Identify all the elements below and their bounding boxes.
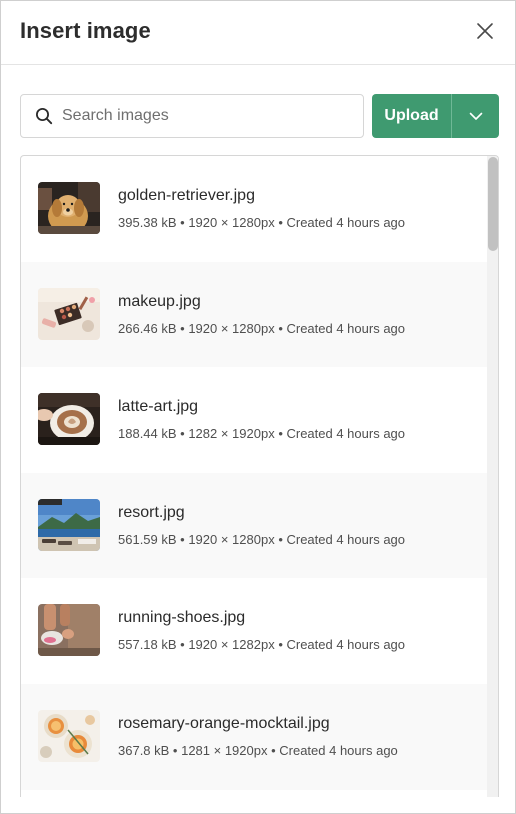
image-thumbnail	[38, 709, 100, 762]
image-meta: 188.44 kB • 1282 × 1920px • Created 4 ho…	[118, 426, 406, 442]
dialog-header: Insert image	[1, 1, 515, 65]
upload-options-button[interactable]	[452, 94, 499, 138]
image-thumbnail	[38, 604, 100, 657]
close-button[interactable]	[471, 17, 499, 45]
image-name: golden-retriever.jpg	[118, 187, 255, 204]
scrollbar-thumb[interactable]	[488, 157, 498, 251]
image-meta: 266.46 kB • 1920 × 1280px • Created 4 ho…	[118, 320, 406, 336]
search-box	[20, 94, 364, 138]
dialog-title: Insert image	[20, 18, 151, 43]
list-scrollbar[interactable]	[487, 156, 498, 797]
image-thumbnail	[38, 393, 100, 446]
image-item-resort[interactable]: resort.jpg 561.59 kB • 1920 × 1280px • C…	[21, 472, 487, 579]
image-item-running-shoes[interactable]: running-shoes.jpg 557.18 kB • 1920 × 128…	[21, 578, 487, 684]
image-item-rosemary-orange-mocktail[interactable]: rosemary-orange-mocktail.jpg 367.8 kB • …	[21, 683, 487, 790]
image-name: rosemary-orange-mocktail.jpg	[118, 714, 330, 732]
upload-split-button: Upload	[372, 94, 499, 138]
search-input[interactable]	[62, 96, 358, 136]
image-list: golden-retriever.jpg 395.38 kB • 1920 × …	[20, 155, 499, 797]
search-icon	[36, 108, 53, 125]
image-thumbnail	[38, 287, 100, 340]
upload-button[interactable]: Upload	[372, 94, 452, 138]
image-name: resort.jpg	[118, 503, 185, 521]
chevron-down-icon	[469, 112, 482, 120]
image-item-golden-retriever[interactable]: golden-retriever.jpg 395.38 kB • 1920 × …	[21, 156, 487, 262]
image-item-latte-art[interactable]: latte-art.jpg 188.44 kB • 1282 × 1920px …	[21, 367, 487, 473]
image-name: makeup.jpg	[118, 292, 201, 310]
image-meta: 561.59 kB • 1920 × 1280px • Created 4 ho…	[118, 531, 406, 547]
image-name: latte-art.jpg	[118, 398, 199, 416]
image-meta: 367.8 kB • 1281 × 1920px • Created 4 hou…	[118, 742, 398, 758]
close-icon	[477, 23, 493, 39]
image-thumbnail	[38, 498, 100, 551]
image-name: running-shoes.jpg	[118, 609, 246, 627]
image-item-makeup[interactable]: makeup.jpg 266.46 kB • 1920 × 1280px • C…	[21, 261, 487, 368]
image-thumbnail	[38, 182, 100, 234]
image-meta: 395.38 kB • 1920 × 1280px • Created 4 ho…	[118, 215, 406, 230]
image-list-items: golden-retriever.jpg 395.38 kB • 1920 × …	[21, 156, 487, 790]
insert-image-dialog: Insert image Upload	[0, 0, 516, 814]
image-meta: 557.18 kB • 1920 × 1282px • Created 4 ho…	[118, 637, 406, 653]
